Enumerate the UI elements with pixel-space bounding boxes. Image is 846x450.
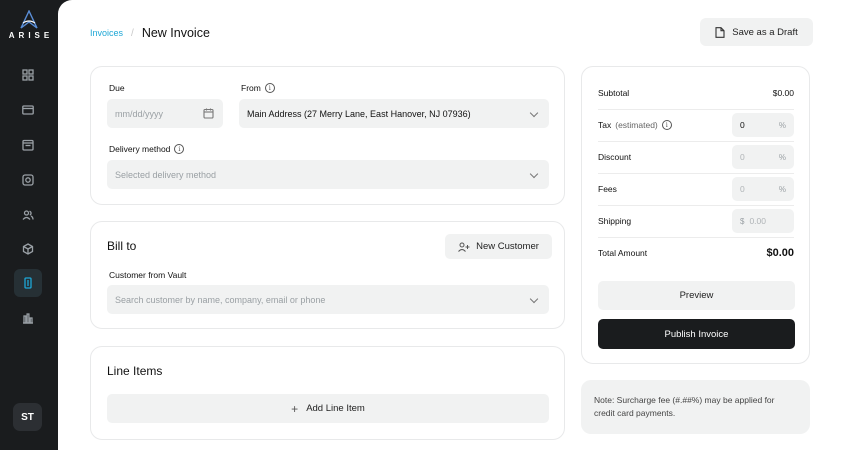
preview-button[interactable]: Preview xyxy=(598,281,795,310)
invoice-details-card: Due mm/dd/yyyy From i Main Address (27 Me… xyxy=(90,66,565,205)
cog-icon xyxy=(22,174,34,186)
main-panel: Invoices / New Invoice Save as a Draft D… xyxy=(58,0,846,450)
discount-label: Discount xyxy=(598,152,632,162)
avatar[interactable]: ST xyxy=(13,403,42,431)
sidebar-item-reports[interactable] xyxy=(14,304,42,332)
delivery-method-select[interactable]: Selected delivery method xyxy=(107,160,549,189)
line-items-card: Line Items + Add Line Item xyxy=(90,346,565,440)
total-value: $0.00 xyxy=(766,247,794,259)
breadcrumb-link-invoices[interactable]: Invoices xyxy=(90,28,123,38)
due-date-input[interactable]: mm/dd/yyyy xyxy=(107,99,223,128)
breadcrumb-separator: / xyxy=(131,27,134,39)
discount-placeholder: 0 xyxy=(740,152,745,162)
sidebar-item-customers[interactable] xyxy=(14,201,42,229)
chevron-down-icon xyxy=(529,294,539,304)
calendar-icon xyxy=(22,139,34,151)
delivery-method-label: Delivery method i xyxy=(109,144,185,154)
surcharge-note: Note: Surcharge fee (#.##%) may be appli… xyxy=(581,380,810,434)
subtotal-row: Subtotal $0.00 xyxy=(598,77,794,109)
sidebar: ARISE ST xyxy=(0,0,58,450)
percent-unit: % xyxy=(778,152,786,162)
bar-chart-icon xyxy=(23,313,33,324)
percent-unit: % xyxy=(778,184,786,194)
due-label: Due xyxy=(109,83,125,93)
bill-to-card: Bill to New Customer Customer from Vault… xyxy=(90,221,565,329)
from-address-value: Main Address (27 Merry Lane, East Hanove… xyxy=(247,108,471,119)
chevron-down-icon xyxy=(529,108,539,118)
info-icon[interactable]: i xyxy=(174,144,185,154)
fees-label: Fees xyxy=(598,184,617,194)
delivery-method-placeholder: Selected delivery method xyxy=(115,169,217,180)
add-line-item-label: Add Line Item xyxy=(306,403,365,414)
shipping-placeholder: 0.00 xyxy=(749,216,766,226)
invoice-icon xyxy=(24,277,32,289)
line-items-title: Line Items xyxy=(107,364,163,378)
percent-unit: % xyxy=(778,120,786,130)
tax-label: Tax xyxy=(598,120,612,130)
sidebar-item-products[interactable] xyxy=(14,235,42,263)
customer-search-placeholder: Search customer by name, company, email … xyxy=(115,294,326,305)
bill-to-title: Bill to xyxy=(107,239,137,253)
total-label: Total Amount xyxy=(598,248,648,258)
add-user-icon xyxy=(458,242,470,252)
fees-input[interactable]: 0 % xyxy=(732,177,794,201)
tax-row: Tax (estimated) i 0 % xyxy=(598,109,794,141)
sidebar-item-calendar[interactable] xyxy=(14,131,42,159)
grid-icon xyxy=(22,69,34,81)
cube-icon xyxy=(22,243,34,255)
logo-mark-icon xyxy=(20,10,38,29)
breadcrumb: Invoices / New Invoice xyxy=(90,25,210,41)
plus-icon: + xyxy=(291,401,299,416)
shipping-label: Shipping xyxy=(598,216,632,226)
fees-row: Fees 0 % xyxy=(598,173,794,205)
summary-card: Subtotal $0.00 Tax (estimated) i 0 % Dis… xyxy=(581,66,810,364)
new-customer-button[interactable]: New Customer xyxy=(445,234,552,259)
customer-search-select[interactable]: Search customer by name, company, email … xyxy=(107,285,549,314)
tax-value: 0 xyxy=(740,120,745,130)
subtotal-value: $0.00 xyxy=(772,88,794,98)
page-title: New Invoice xyxy=(141,26,210,40)
sidebar-item-dashboard[interactable] xyxy=(14,61,42,89)
total-row: Total Amount $0.00 xyxy=(598,237,794,269)
new-customer-label: New Customer xyxy=(476,241,539,252)
logo-text: ARISE xyxy=(8,31,54,40)
customer-vault-label: Customer from Vault xyxy=(109,270,187,280)
app-logo[interactable]: ARISE xyxy=(0,10,58,40)
users-icon xyxy=(22,210,34,220)
shipping-row: Shipping $ 0.00 xyxy=(598,205,794,237)
sidebar-item-settings[interactable] xyxy=(14,166,42,194)
tax-input[interactable]: 0 % xyxy=(732,113,794,137)
publish-invoice-button[interactable]: Publish Invoice xyxy=(598,319,795,349)
chevron-down-icon xyxy=(529,169,539,179)
from-label: From i xyxy=(241,83,275,93)
save-draft-button[interactable]: Save as a Draft xyxy=(700,18,813,46)
subtotal-label: Subtotal xyxy=(598,88,630,98)
calendar-icon[interactable] xyxy=(203,108,214,121)
shipping-input[interactable]: $ 0.00 xyxy=(732,209,794,233)
info-icon[interactable]: i xyxy=(264,83,275,93)
save-draft-label: Save as a Draft xyxy=(732,26,798,38)
due-date-placeholder: mm/dd/yyyy xyxy=(115,108,164,119)
from-address-select[interactable]: Main Address (27 Merry Lane, East Hanove… xyxy=(239,99,549,128)
dollar-prefix: $ xyxy=(740,216,745,226)
discount-input[interactable]: 0 % xyxy=(732,145,794,169)
info-icon[interactable]: i xyxy=(661,120,672,130)
add-line-item-button[interactable]: + Add Line Item xyxy=(107,394,549,423)
sidebar-item-cards[interactable] xyxy=(14,96,42,124)
credit-card-icon xyxy=(22,105,34,115)
tax-estimated-note: (estimated) xyxy=(615,120,658,130)
sidebar-item-invoices[interactable] xyxy=(14,269,42,297)
discount-row: Discount 0 % xyxy=(598,141,794,173)
fees-placeholder: 0 xyxy=(740,184,745,194)
document-icon xyxy=(715,26,725,38)
